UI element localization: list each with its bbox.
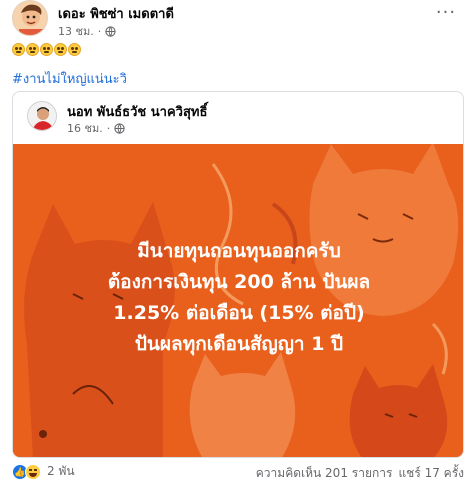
- shares-count[interactable]: แชร์ 17 ครั้ง: [398, 464, 464, 483]
- post-header: เดอะ พิชซ่า เมดตาดี 13 ชม. · ···: [10, 0, 464, 40]
- comments-count[interactable]: ความคิดเห็น 201 รายการ: [256, 464, 393, 483]
- shared-post-meta: 16 ชม. ·: [67, 119, 125, 137]
- laughing-crying-emoji: [68, 43, 81, 56]
- globe-icon: [105, 25, 116, 37]
- laughing-crying-emoji: [54, 43, 67, 56]
- laughing-crying-emoji: [12, 43, 25, 56]
- reaction-count[interactable]: 2 พัน: [47, 462, 75, 481]
- more-options-button[interactable]: ···: [432, 4, 460, 28]
- reactions-summary[interactable]: 👍 2 พัน: [12, 462, 75, 481]
- shared-post-card[interactable]: นอท พันธ์ธวัช นาควิสุทธิ์ 16 ชม. · มีนาย…: [12, 91, 464, 458]
- image-text-line: ปันผลทุกเดือนสัญญา 1 ปี: [134, 333, 344, 355]
- shared-post-header: นอท พันธ์ธวัช นาควิสุทธิ์ 16 ชม. ·: [13, 92, 463, 142]
- image-text-line: มีนายทุนถอนทุนออกครับ: [137, 240, 341, 262]
- author-name[interactable]: เดอะ พิชซ่า เมดตาดี: [58, 3, 174, 24]
- facebook-post: เดอะ พิชซ่า เมดตาดี 13 ชม. · ··· #งานไม่…: [0, 0, 474, 485]
- image-text-line: ต้องการเงินทุน 200 ล้าน ปันผล: [107, 271, 371, 293]
- shared-author-avatar[interactable]: [27, 101, 57, 131]
- emoji-row: [12, 43, 81, 61]
- hashtag-link[interactable]: #งานไม่ใหญ่แน่นะวิ: [12, 68, 127, 89]
- shared-post-image[interactable]: มีนายทุนถอนทุนออกครับ ต้องการเงินทุน 200…: [13, 144, 463, 457]
- separator-dot: ·: [106, 121, 111, 135]
- haha-icon: [25, 463, 41, 480]
- engagement-stats: ความคิดเห็น 201 รายการ แชร์ 17 ครั้ง: [256, 464, 464, 483]
- post-footer: 👍 2 พัน ความคิดเห็น 201 รายการ แชร์ 17 ค…: [12, 462, 464, 482]
- post-meta: 13 ชม. ·: [58, 22, 116, 40]
- globe-icon: [114, 122, 125, 134]
- laughing-crying-emoji: [40, 43, 53, 56]
- post-time[interactable]: 13 ชม.: [58, 22, 94, 40]
- laughing-crying-emoji: [26, 43, 39, 56]
- image-caption-text: มีนายทุนถอนทุนออกครับ ต้องการเงินทุน 200…: [13, 236, 463, 360]
- image-text-line: 1.25% ต่อเดือน (15% ต่อปี): [113, 302, 365, 324]
- shared-post-time[interactable]: 16 ชม.: [67, 119, 103, 137]
- author-avatar[interactable]: [12, 0, 48, 36]
- separator-dot: ·: [97, 24, 102, 38]
